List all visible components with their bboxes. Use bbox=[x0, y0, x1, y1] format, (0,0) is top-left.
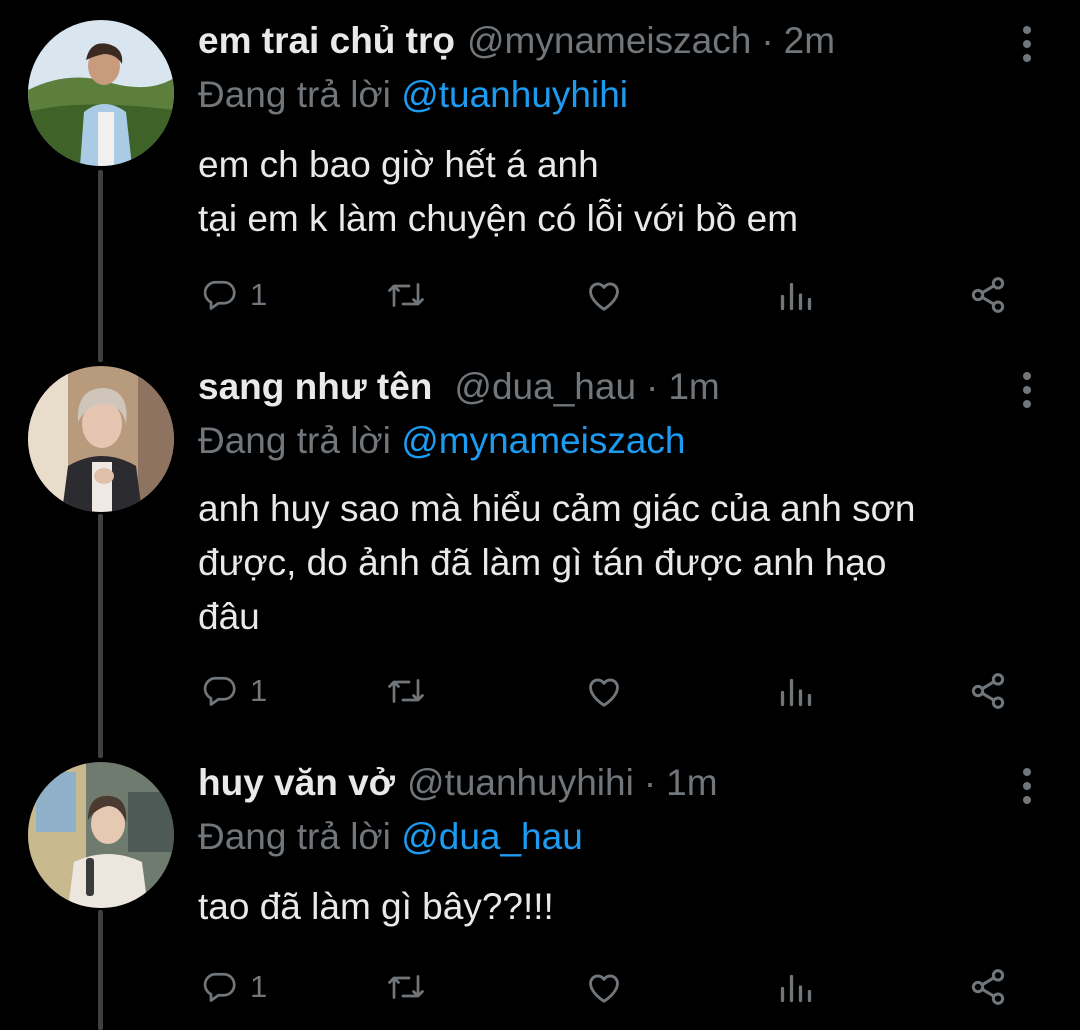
reply-button[interactable]: 1 bbox=[202, 668, 267, 714]
analytics-button[interactable] bbox=[778, 668, 814, 714]
separator-dot: · bbox=[646, 366, 659, 407]
retweet-icon bbox=[388, 679, 424, 703]
retweet-icon bbox=[388, 975, 424, 999]
analytics-icon bbox=[780, 678, 812, 707]
reply-icon bbox=[203, 972, 236, 1002]
tweet-text-line: tao đã làm gì bây??!!! bbox=[198, 886, 554, 927]
analytics-icon bbox=[780, 282, 812, 311]
tweet[interactable]: huy văn vở @tuanhuyhihi · 1m Đang trả lờ… bbox=[0, 742, 1080, 1030]
reply-count: 1 bbox=[250, 673, 268, 708]
avatar[interactable] bbox=[28, 20, 174, 166]
tweet-header: em trai chủ trọ @mynameiszach · 2m bbox=[198, 20, 835, 70]
tweet[interactable]: em trai chủ trọ @mynameiszach · 2m Đang … bbox=[0, 0, 1080, 350]
tweet-text-line: được, do ảnh đã làm gì tán được anh hạo bbox=[198, 542, 887, 583]
mention-link[interactable]: @dua_hau bbox=[401, 816, 583, 857]
more-vertical-icon[interactable] bbox=[1020, 24, 1034, 64]
tweet[interactable]: sang như tên @dua_hau · 1m Đang trả lời … bbox=[0, 346, 1080, 746]
replying-to: Đang trả lời @dua_hau bbox=[198, 816, 583, 858]
share-icon bbox=[971, 277, 1005, 313]
user-handle[interactable]: @dua_hau bbox=[454, 366, 636, 408]
more-vertical-icon[interactable] bbox=[1020, 370, 1034, 410]
reply-count: 1 bbox=[250, 277, 268, 312]
user-handle[interactable]: @tuanhuyhihi bbox=[407, 762, 634, 804]
user-handle[interactable]: @mynameiszach bbox=[467, 20, 751, 62]
tweet-header: huy văn vở @tuanhuyhihi · 1m bbox=[198, 762, 718, 812]
tweet-text: em ch bao giờ hết á anh tại em k làm chu… bbox=[198, 138, 1048, 246]
replying-prefix: Đang trả lời bbox=[198, 420, 391, 461]
display-name[interactable]: em trai chủ trọ bbox=[198, 20, 455, 62]
reply-button[interactable]: 1 bbox=[202, 272, 267, 318]
tweet-text-line: đâu bbox=[198, 596, 260, 637]
avatar[interactable] bbox=[28, 762, 174, 908]
replying-prefix: Đang trả lời bbox=[198, 74, 391, 115]
more-vertical-icon[interactable] bbox=[1020, 766, 1034, 806]
retweet-icon bbox=[388, 283, 424, 307]
reply-icon bbox=[203, 280, 236, 310]
action-bar: 1 bbox=[198, 668, 1018, 714]
separator-dot: · bbox=[643, 762, 657, 803]
avatar[interactable] bbox=[28, 366, 174, 512]
timestamp[interactable]: 1m bbox=[666, 762, 717, 804]
display-name[interactable]: huy văn vở bbox=[198, 762, 395, 804]
retweet-button[interactable] bbox=[386, 668, 426, 714]
like-button[interactable] bbox=[584, 964, 624, 1010]
mention-link[interactable]: @tuanhuyhihi bbox=[401, 74, 628, 115]
analytics-icon bbox=[780, 974, 812, 1003]
reply-button[interactable]: 1 bbox=[202, 964, 267, 1010]
timestamp[interactable]: 1m bbox=[668, 366, 719, 408]
analytics-button[interactable] bbox=[778, 272, 814, 318]
display-name[interactable]: sang như tên bbox=[198, 366, 432, 408]
separator-dot: · bbox=[761, 20, 774, 61]
like-icon bbox=[589, 678, 619, 707]
tweet-text: tao đã làm gì bây??!!! bbox=[198, 880, 1048, 934]
share-button[interactable] bbox=[968, 964, 1008, 1010]
replying-to: Đang trả lời @tuanhuyhihi bbox=[198, 74, 628, 116]
action-bar: 1 bbox=[198, 964, 1018, 1010]
like-icon bbox=[589, 974, 619, 1003]
retweet-button[interactable] bbox=[386, 272, 426, 318]
timestamp[interactable]: 2m bbox=[784, 20, 835, 62]
analytics-button[interactable] bbox=[778, 964, 814, 1010]
tweet-text: anh huy sao mà hiểu cảm giác của anh sơn… bbox=[198, 482, 1048, 644]
share-icon bbox=[971, 673, 1005, 709]
like-button[interactable] bbox=[584, 668, 624, 714]
share-button[interactable] bbox=[968, 668, 1008, 714]
like-button[interactable] bbox=[584, 272, 624, 318]
reply-icon bbox=[203, 676, 236, 706]
mention-link[interactable]: @mynameiszach bbox=[401, 420, 685, 461]
retweet-button[interactable] bbox=[386, 964, 426, 1010]
reply-count: 1 bbox=[250, 969, 268, 1004]
replying-to: Đang trả lời @mynameiszach bbox=[198, 420, 686, 462]
replying-prefix: Đang trả lời bbox=[198, 816, 391, 857]
share-button[interactable] bbox=[968, 272, 1008, 318]
share-icon bbox=[971, 969, 1005, 1005]
tweet-text-line: em ch bao giờ hết á anh bbox=[198, 144, 599, 185]
tweet-header: sang như tên @dua_hau · 1m bbox=[198, 366, 720, 416]
tweet-text-line: tại em k làm chuyện có lỗi với bồ em bbox=[198, 198, 799, 239]
action-bar: 1 bbox=[198, 272, 1018, 318]
tweet-text-line: anh huy sao mà hiểu cảm giác của anh sơn bbox=[198, 488, 916, 529]
like-icon bbox=[589, 282, 619, 311]
